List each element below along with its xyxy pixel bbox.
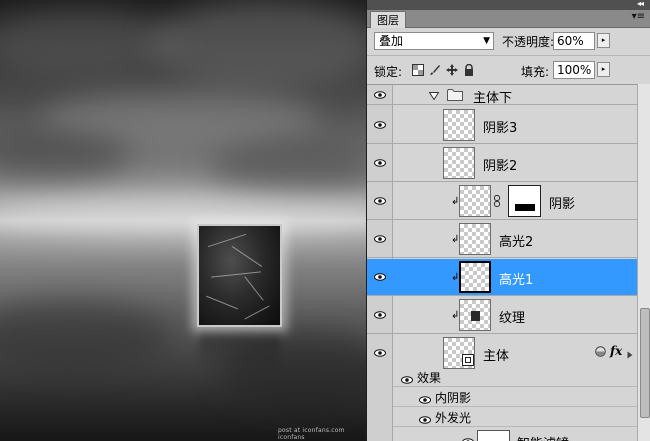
effect-visibility-eye-icon[interactable] <box>419 413 431 427</box>
layers-scrollbar[interactable] <box>637 84 650 441</box>
lock-all-padlock-icon[interactable] <box>463 63 475 76</box>
layer-row[interactable]: ↲ 纹理 <box>367 297 637 334</box>
scratch <box>244 305 270 320</box>
panel-tabstrip: 图层 ▾≡ <box>367 10 650 28</box>
visibility-eye-icon[interactable] <box>374 273 386 281</box>
fill-label: 填充: <box>521 65 550 79</box>
layer-name: 高光1 <box>499 273 534 288</box>
effects-row[interactable]: 效果 <box>393 368 637 387</box>
visibility-eye-icon[interactable] <box>374 197 386 205</box>
box-reflection <box>200 330 280 370</box>
smart-filters-row[interactable]: 智能滤镜 <box>367 428 637 441</box>
layer-name: 主体 <box>483 349 510 364</box>
layer-name: 阴影2 <box>483 159 518 174</box>
collapse-panel-button[interactable]: ◂◂ <box>637 0 644 8</box>
folder-icon <box>447 88 463 104</box>
cloud <box>150 0 366 90</box>
layer-row-selected[interactable]: ↲ 高光1 <box>367 259 637 296</box>
layer-thumbnail <box>459 299 491 331</box>
visibility-eye-icon[interactable] <box>374 349 386 357</box>
lock-row: 锁定: 填充: 100% ▸ <box>367 55 650 83</box>
expand-effects-triangle-icon[interactable] <box>627 348 633 362</box>
layer-name: 阴影 <box>549 197 576 212</box>
effect-row-inner-shadow[interactable]: 内阴影 <box>393 388 637 407</box>
scratch <box>244 276 264 301</box>
mask-shape <box>515 204 535 211</box>
layer-mask-thumbnail[interactable] <box>508 185 541 217</box>
effect-name: 外发光 <box>435 411 472 425</box>
visibility-eye-icon[interactable] <box>374 91 386 99</box>
layer-name: 主体下 <box>473 91 513 106</box>
blend-row: 叠加 ▼ 不透明度: 60% ▸ <box>367 28 650 54</box>
blend-mode-value: 叠加 <box>379 34 404 48</box>
smart-object-badge-inner <box>465 357 471 363</box>
dropdown-arrow-icon: ▼ <box>483 36 490 46</box>
blend-mode-select[interactable]: 叠加 ▼ <box>374 32 494 50</box>
opacity-label: 不透明度: <box>502 35 555 49</box>
layer-name: 高光2 <box>499 235 534 250</box>
layers-list: 主体下 阴影3 阴影2 ↲ 阴影 ↲ 高光2 ↲ 高光1 ↲ 纹理 主体 fx … <box>367 84 637 441</box>
effect-visibility-eye-icon[interactable] <box>419 393 431 407</box>
panel-menu-icon[interactable]: ▾≡ <box>632 11 645 22</box>
document-canvas[interactable]: post at iconfans.com iconfans <box>0 0 366 441</box>
scratch <box>231 246 263 267</box>
scratch <box>206 295 238 310</box>
mask-link-chain-icon[interactable] <box>494 195 500 210</box>
opacity-stepper-button[interactable]: ▸ <box>597 33 610 48</box>
layer-name: 阴影3 <box>483 121 518 136</box>
fill-stepper-button[interactable]: ▸ <box>597 62 610 77</box>
smart-object-badge-icon <box>462 354 474 366</box>
layer-thumbnail <box>459 261 491 293</box>
effects-label: 效果 <box>417 371 442 385</box>
tab-layers[interactable]: 图层 <box>370 11 406 28</box>
visibility-eye-icon[interactable] <box>374 235 386 243</box>
fill-input[interactable]: 100% <box>553 61 595 79</box>
effect-row-outer-glow[interactable]: 外发光 <box>393 408 637 427</box>
layer-row[interactable]: ↲ 高光2 <box>367 221 637 258</box>
layer-thumbnail <box>459 223 491 255</box>
lock-label: 锁定: <box>374 65 403 79</box>
horizon-glow <box>0 195 366 235</box>
layer-row[interactable]: 阴影2 <box>367 145 637 182</box>
layer-thumbnail <box>443 109 475 141</box>
panel-titlebar: ◂◂ <box>367 0 650 10</box>
lock-pixels-brush-icon[interactable] <box>429 64 441 76</box>
expand-group-triangle-icon[interactable] <box>428 89 440 103</box>
visibility-eye-icon[interactable] <box>374 159 386 167</box>
layer-thumbnail <box>443 337 475 369</box>
fx-label[interactable]: fx <box>610 344 622 358</box>
texture-swatch <box>471 311 480 321</box>
watermark-credit: post at iconfans.com iconfans <box>278 427 345 441</box>
scratch <box>207 233 247 248</box>
cloud <box>210 140 366 195</box>
layer-effects-toggle-icon[interactable] <box>595 346 606 360</box>
opacity-input[interactable]: 60% <box>553 32 595 50</box>
layer-group-row[interactable]: 主体下 <box>367 85 637 106</box>
layer-row[interactable]: 主体 fx <box>367 335 637 371</box>
textured-box <box>197 224 282 327</box>
layer-row[interactable]: ↲ 阴影 <box>367 183 637 220</box>
smart-filter-mask-thumbnail <box>477 430 510 441</box>
lock-position-move-icon[interactable] <box>446 64 458 76</box>
layer-name: 智能滤镜 <box>517 433 569 441</box>
visibility-eye-icon[interactable] <box>374 121 386 129</box>
effect-name: 内阴影 <box>435 391 472 405</box>
layer-row[interactable]: 阴影3 <box>367 106 637 144</box>
layer-name: 纹理 <box>499 311 526 326</box>
water-shade <box>0 300 170 370</box>
layers-panel: ◂◂ 图层 ▾≡ 叠加 ▼ 不透明度: 60% ▸ 锁定: 填充: 100% ▸ <box>366 0 650 441</box>
effect-visibility-eye-icon[interactable] <box>401 373 413 387</box>
layer-thumbnail <box>443 147 475 179</box>
layer-thumbnail <box>459 185 491 217</box>
scrollbar-thumb[interactable] <box>640 308 650 418</box>
visibility-eye-icon[interactable] <box>374 311 386 319</box>
scratch <box>211 271 261 278</box>
lock-transparency-icon[interactable] <box>412 64 424 76</box>
